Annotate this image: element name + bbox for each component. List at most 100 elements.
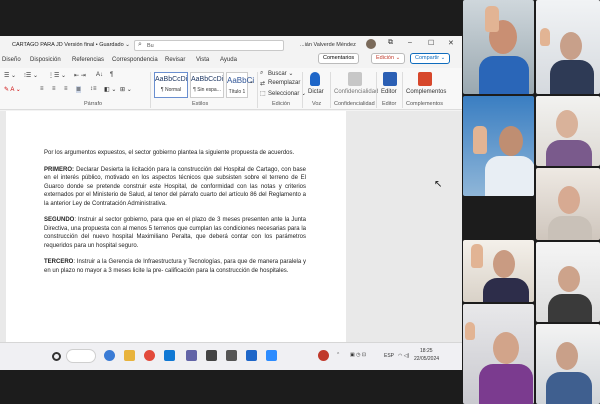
replace-button[interactable]: Reemplazar — [268, 80, 300, 86]
line-spacing-icon[interactable]: ↕≡ — [90, 86, 97, 92]
taskbar-search[interactable] — [66, 349, 96, 363]
video-tile[interactable] — [536, 242, 600, 322]
chrome-icon[interactable] — [144, 350, 155, 361]
tray-arrow-icon[interactable]: ⌃ — [336, 352, 340, 358]
comments-button[interactable]: Comentarios — [318, 53, 360, 64]
divider — [150, 72, 151, 108]
style-heading1[interactable]: AaBbCi Título 1 — [226, 72, 254, 98]
editor-icon[interactable] — [383, 72, 397, 86]
tray-app-icon[interactable] — [318, 350, 329, 361]
video-tile[interactable] — [536, 96, 600, 166]
multilevel-icon[interactable]: ⋮☰ ⌄ — [48, 72, 66, 79]
clock-date[interactable]: 22/05/2024 — [414, 356, 439, 362]
tab-layout[interactable]: Disposición — [30, 57, 61, 63]
addins-button[interactable]: Complementos — [406, 89, 446, 95]
shading-icon[interactable]: ◧ ⌄ — [104, 86, 116, 93]
tray-icons[interactable]: ▣ ◷ ⊡ — [350, 352, 366, 358]
app-icon[interactable] — [226, 350, 237, 361]
word-icon[interactable] — [246, 350, 257, 361]
video-tile[interactable] — [463, 0, 534, 94]
styles-more-icon[interactable]: ⌄ — [249, 78, 254, 85]
avatar[interactable] — [366, 39, 376, 49]
title-bar: CARTAGO PARA JD Versión final • Guardado… — [0, 36, 462, 54]
participant-face — [556, 342, 578, 370]
outlook-icon[interactable] — [164, 350, 175, 361]
tab-design[interactable]: Diseño — [2, 57, 21, 63]
tab-references[interactable]: Referencias — [72, 57, 104, 63]
intro-paragraph: Por los argumentos expuestos, el sector … — [44, 150, 295, 156]
search-box[interactable]: ⌕ Bu — [134, 40, 284, 51]
participant-face — [493, 332, 519, 364]
edge-icon[interactable] — [104, 350, 115, 361]
document-filename[interactable]: CARTAGO PARA JD Versión final • Guardado… — [12, 42, 130, 48]
wifi-icon[interactable]: ◠ ◁) — [398, 353, 409, 359]
video-tile[interactable] — [536, 324, 600, 404]
video-tile[interactable] — [536, 168, 600, 240]
numbering-icon[interactable]: ⁝☰ ⌄ — [24, 72, 38, 79]
video-tile[interactable] — [463, 304, 534, 404]
search-input[interactable]: Bu — [147, 43, 154, 49]
borders-icon[interactable]: ⊞ ⌄ — [120, 86, 132, 93]
clock-time[interactable]: 18:25 — [420, 348, 433, 354]
tab-mailings[interactable]: Correspondencia — [112, 57, 158, 63]
share-button[interactable]: Compartir ⌄ — [410, 53, 451, 64]
find-button[interactable]: Buscar ⌄ — [268, 70, 293, 77]
select-button[interactable]: Seleccionar ⌄ — [268, 90, 306, 97]
style-nospace-sample: AaBbCcDi — [191, 76, 224, 83]
divider — [257, 72, 258, 108]
close-icon[interactable]: ✕ — [448, 39, 454, 47]
find-icon[interactable]: ⌕ — [260, 70, 263, 77]
participant-face — [499, 126, 523, 156]
document-body[interactable]: Por los argumentos expuestos, el sector … — [44, 149, 306, 283]
sort-icon[interactable]: A↓ — [96, 72, 103, 78]
editor-button[interactable]: Editor — [381, 89, 397, 95]
styles-group-label: Estilos — [192, 101, 209, 107]
ribbon-display-icon[interactable]: ⧉ — [388, 39, 393, 47]
video-tile[interactable] — [536, 0, 600, 94]
minimize-icon[interactable]: – — [408, 39, 412, 46]
sensitivity-icon[interactable] — [348, 72, 362, 86]
style-normal[interactable]: AaBbCcDi ¶ Normal — [154, 72, 188, 98]
ribbon: ☰ ⌄ ⁝☰ ⌄ ⋮☰ ⌄ ⇤ ⇥ A↓ ¶ ✎ A ⌄ ≡ ≡ ≡ ≣ ↕≡ … — [0, 68, 462, 110]
voice-group-label: Voz — [312, 101, 322, 107]
raised-hand — [540, 28, 550, 46]
editing-mode-button[interactable]: Edición ⌄ — [371, 53, 406, 64]
maximize-icon[interactable]: ☐ — [428, 39, 434, 47]
highlight-icon[interactable]: ✎ A ⌄ — [4, 86, 21, 93]
paragraph-tercero: TERCERO: Instruir a la Gerencia de Infra… — [44, 258, 306, 275]
tab-help[interactable]: Ayuda — [220, 57, 237, 63]
zoom-icon[interactable] — [266, 350, 277, 361]
microphone-icon[interactable] — [310, 72, 320, 86]
align-right-icon[interactable]: ≡ — [64, 86, 68, 92]
indent-icon[interactable]: ⇤ ⇥ — [74, 72, 86, 79]
language-indicator[interactable]: ESP — [384, 353, 394, 359]
raised-hand — [473, 126, 487, 154]
app-icon[interactable] — [206, 350, 217, 361]
user-name[interactable]: ...ián Valverde Méndez — [300, 42, 356, 48]
teams-icon[interactable] — [186, 350, 197, 361]
addins-group-label: Complementos — [406, 101, 443, 107]
style-no-spacing[interactable]: AaBbCcDi ¶ Sin espa... — [190, 72, 224, 98]
tab-review[interactable]: Revisar — [165, 57, 185, 63]
align-left-icon[interactable]: ≡ — [40, 86, 44, 92]
select-icon[interactable]: ⬚ — [260, 90, 266, 97]
video-tile[interactable] — [463, 240, 534, 302]
document-page[interactable]: Por los argumentos expuestos, el sector … — [6, 111, 346, 361]
pilcrow-icon[interactable]: ¶ — [110, 72, 113, 78]
mouse-pointer-icon: ↖ — [434, 179, 443, 190]
participant-face — [558, 266, 580, 292]
bullets-icon[interactable]: ☰ ⌄ — [4, 72, 16, 79]
style-normal-sample: AaBbCcDi — [155, 76, 188, 83]
editing-group-label: Edición — [272, 101, 291, 107]
confidential-button[interactable]: Confidencialidad — [334, 89, 378, 95]
dictate-button[interactable]: Dictar — [308, 89, 324, 95]
replace-icon[interactable]: ⇄ — [260, 80, 265, 87]
file-explorer-icon[interactable] — [124, 350, 135, 361]
video-tile[interactable] — [463, 96, 534, 196]
start-icon[interactable] — [52, 352, 61, 361]
justify-icon[interactable]: ≣ — [76, 86, 82, 93]
tab-view[interactable]: Vista — [196, 57, 209, 63]
align-center-icon[interactable]: ≡ — [52, 86, 56, 92]
participant-body — [485, 156, 534, 196]
addins-icon[interactable] — [418, 72, 432, 86]
